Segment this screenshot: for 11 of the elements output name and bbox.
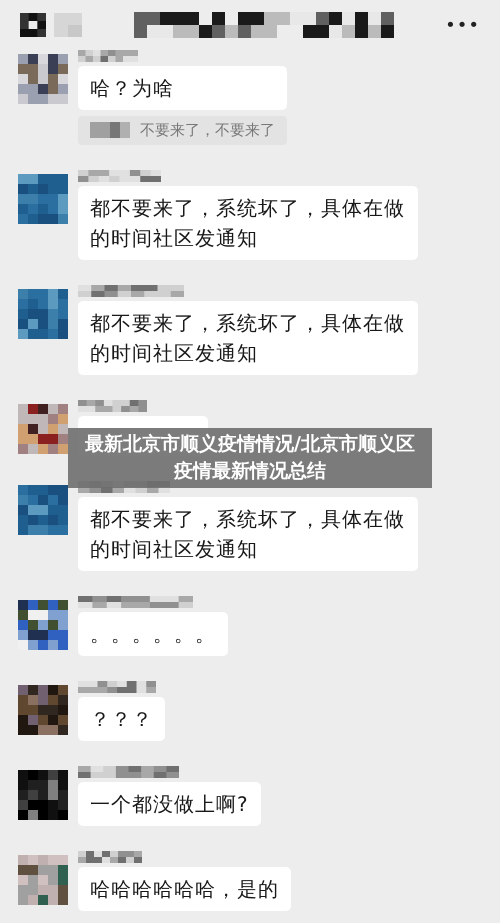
message-bubble: 哈哈哈哈哈哈，是的 xyxy=(78,867,291,912)
message-bubble: ？？？ xyxy=(78,697,165,742)
quoted-text: 不要来了，不要来了 xyxy=(140,120,275,141)
message-bubble: 都不要来了，系统坏了，具体在做的时间社区发通知 xyxy=(78,186,418,260)
caption-banner: 最新北京市顺义疫情情况/北京市顺义区疫情最新情况总结 xyxy=(68,428,432,488)
more-button[interactable]: ••• xyxy=(445,12,480,38)
message-bubble: 都不要来了，系统坏了，具体在做的时间社区发通知 xyxy=(78,497,418,572)
message-bubble: 都不要来了，系统坏了，具体在做的时间社区发通知 xyxy=(78,301,418,376)
message-bubble: 。。。。。。 xyxy=(78,612,228,656)
message-bubble: 一个都没做上啊? xyxy=(78,782,261,826)
message-bubble: 哈？为啥 xyxy=(78,66,287,110)
